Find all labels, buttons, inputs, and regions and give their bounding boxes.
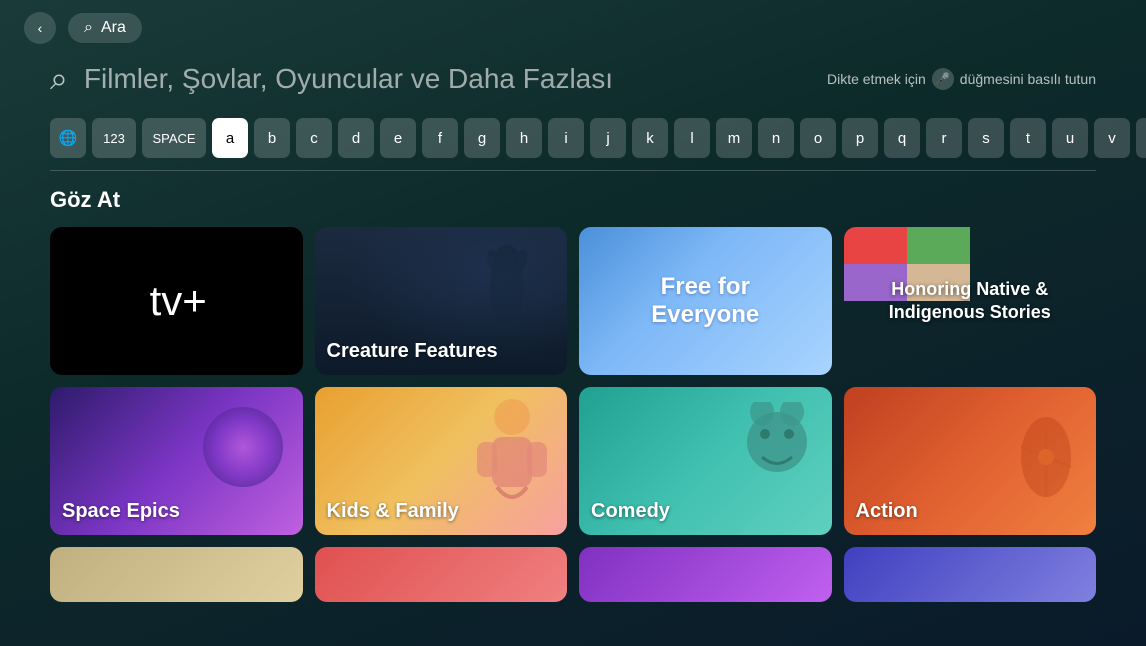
browse-section: Göz At tv+ Creature Features Free forEve… bbox=[0, 187, 1146, 602]
card-partial-4[interactable] bbox=[844, 547, 1097, 602]
search-bar: ⌕ Filmler, Şovlar, Oyuncular ve Daha Faz… bbox=[50, 60, 1096, 98]
creature-silhouette-image bbox=[467, 237, 547, 337]
card-creature-features[interactable]: Creature Features bbox=[315, 227, 568, 375]
key-b[interactable]: b bbox=[254, 118, 290, 158]
tvplus-text: tv+ bbox=[150, 277, 207, 325]
search-placeholder[interactable]: Filmler, Şovlar, Oyuncular ve Daha Fazla… bbox=[84, 63, 811, 95]
browse-grid-partial bbox=[50, 547, 1096, 602]
card-space-epics[interactable]: Space Epics bbox=[50, 387, 303, 535]
mic-icon: 🎤 bbox=[932, 68, 954, 90]
key-l[interactable]: l bbox=[674, 118, 710, 158]
search-area: ⌕ Filmler, Şovlar, Oyuncular ve Daha Faz… bbox=[0, 56, 1146, 170]
key-i[interactable]: i bbox=[548, 118, 584, 158]
key-w[interactable]: w bbox=[1136, 118, 1146, 158]
browse-grid-row2: Space Epics Kids & Family Com bbox=[50, 387, 1096, 535]
key-o[interactable]: o bbox=[800, 118, 836, 158]
key-v[interactable]: v bbox=[1094, 118, 1130, 158]
key-a[interactable]: a bbox=[212, 118, 248, 158]
space-key[interactable]: SPACE bbox=[142, 118, 206, 158]
comedy-label: Comedy bbox=[591, 500, 670, 523]
card-appletv[interactable]: tv+ bbox=[50, 227, 303, 375]
native-indigenous-label: Honoring Native & Indigenous Stories bbox=[854, 278, 1087, 325]
browse-title: Göz At bbox=[50, 187, 1096, 213]
key-h[interactable]: h bbox=[506, 118, 542, 158]
key-u[interactable]: u bbox=[1052, 118, 1088, 158]
key-j[interactable]: j bbox=[590, 118, 626, 158]
back-button[interactable]: ‹ bbox=[24, 12, 56, 44]
browse-grid-row1: tv+ Creature Features Free forEveryone bbox=[50, 227, 1096, 375]
action-label: Action bbox=[856, 500, 918, 523]
globe-key[interactable]: 🌐 bbox=[50, 118, 86, 158]
card-comedy[interactable]: Comedy bbox=[579, 387, 832, 535]
key-t[interactable]: t bbox=[1010, 118, 1046, 158]
dictation-prefix: Dikte etmek için bbox=[827, 71, 926, 87]
kids-family-label: Kids & Family bbox=[327, 500, 459, 523]
space-circle-decoration bbox=[203, 407, 283, 487]
card-native-indigenous[interactable]: Honoring Native & Indigenous Stories bbox=[844, 227, 1097, 375]
creature-features-label: Creature Features bbox=[327, 340, 498, 363]
action-image bbox=[1006, 407, 1086, 507]
card-partial-3[interactable] bbox=[579, 547, 832, 602]
search-icon: ⌕ bbox=[84, 19, 93, 37]
key-g[interactable]: g bbox=[464, 118, 500, 158]
card-partial-1[interactable] bbox=[50, 547, 303, 602]
appletv-logo: tv+ bbox=[146, 277, 207, 325]
card-partial-2[interactable] bbox=[315, 547, 568, 602]
card-action[interactable]: Action bbox=[844, 387, 1097, 535]
key-q[interactable]: q bbox=[884, 118, 920, 158]
key-p[interactable]: p bbox=[842, 118, 878, 158]
search-tab[interactable]: ⌕ Ara bbox=[68, 13, 142, 43]
card-kids-family[interactable]: Kids & Family bbox=[315, 387, 568, 535]
space-epics-label: Space Epics bbox=[62, 500, 180, 523]
key-n[interactable]: n bbox=[758, 118, 794, 158]
kids-character bbox=[467, 397, 557, 507]
native-overlay: Honoring Native & Indigenous Stories bbox=[844, 227, 1097, 375]
free-for-everyone-label: Free forEveryone bbox=[651, 273, 759, 329]
key-s[interactable]: s bbox=[968, 118, 1004, 158]
tab-label: Ara bbox=[101, 19, 126, 37]
keyboard: 🌐 123 SPACE a b c d e f g h i j k l m n … bbox=[50, 118, 1096, 158]
key-f[interactable]: f bbox=[422, 118, 458, 158]
top-bar: ‹ ⌕ Ara bbox=[0, 0, 1146, 56]
key-e[interactable]: e bbox=[380, 118, 416, 158]
comedy-dog-image bbox=[737, 402, 817, 492]
dictation-suffix: düğmesini basılı tutun bbox=[960, 71, 1096, 87]
key-d[interactable]: d bbox=[338, 118, 374, 158]
card-free-for-everyone[interactable]: Free forEveryone bbox=[579, 227, 832, 375]
nums-key[interactable]: 123 bbox=[92, 118, 136, 158]
search-icon-large: ⌕ bbox=[50, 60, 68, 98]
dictation-hint: Dikte etmek için 🎤 düğmesini basılı tutu… bbox=[827, 68, 1096, 90]
key-c[interactable]: c bbox=[296, 118, 332, 158]
key-m[interactable]: m bbox=[716, 118, 752, 158]
key-r[interactable]: r bbox=[926, 118, 962, 158]
divider bbox=[50, 170, 1096, 171]
key-k[interactable]: k bbox=[632, 118, 668, 158]
